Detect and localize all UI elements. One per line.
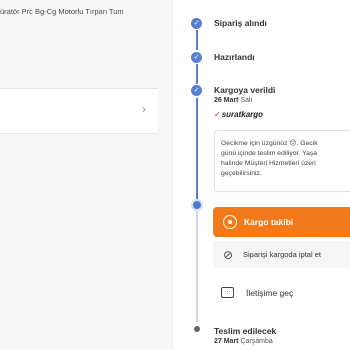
step-delivery-date: 27 Mart Çarşamba: [214, 338, 273, 345]
step-shipped: Kargoya verildi: [214, 85, 276, 95]
check-icon: ✓: [191, 85, 202, 96]
date-value: 26 Mart: [214, 97, 239, 104]
carrier-name: suratkargo: [221, 110, 264, 119]
track-shipment-label: Kargo takibi: [244, 217, 294, 227]
pending-dot: [194, 326, 200, 332]
current-position-marker: [191, 199, 203, 211]
carrier-logo: ✓suratkargo: [214, 110, 263, 119]
carrier-mark-icon: ✓: [214, 110, 221, 119]
step-prepared: Hazırlandı: [214, 52, 255, 62]
delay-message: Gecikme için üzgünüz 😕. Gecik günü içind…: [214, 130, 350, 192]
check-icon: ✓: [191, 18, 202, 29]
step-to-be-delivered: Teslim edilecek: [214, 326, 277, 336]
date-day: Çarşamba: [240, 338, 273, 345]
location-pin-icon: [223, 215, 237, 229]
date-value: 27 Mart: [214, 338, 239, 345]
track-shipment-button[interactable]: Kargo takibi: [213, 207, 350, 237]
timeline-line: [196, 98, 198, 202]
date-day: Salı: [240, 97, 253, 104]
cancel-in-transit-label: Siparişi kargoda iptal et: [243, 250, 321, 259]
contact-button[interactable]: … İletişime geç: [213, 279, 350, 306]
timeline-line: [196, 64, 198, 84]
timeline-line: [196, 30, 198, 50]
cancel-in-transit-button[interactable]: ⊘ Siparişi kargoda iptal et: [213, 241, 350, 268]
contact-label: İletişime geç: [246, 287, 294, 298]
check-icon: ✓: [191, 52, 202, 63]
chat-icon: …: [221, 287, 234, 298]
timeline-line-pending: [196, 210, 198, 322]
step-order-received: Sipariş alındı: [214, 18, 267, 28]
cancel-box-icon: ⊘: [222, 247, 234, 262]
step-shipped-date: 26 Mart Salı: [214, 97, 253, 104]
